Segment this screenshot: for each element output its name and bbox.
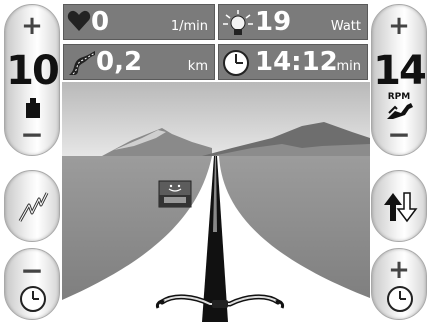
- resistance-control: + 10 −: [4, 4, 60, 156]
- power-stat: 19 Watt: [218, 4, 368, 40]
- handlebar-icon: [156, 294, 284, 309]
- distance-unit: km: [187, 59, 208, 74]
- heart-rate-unit: 1/min: [170, 19, 208, 34]
- time-value: 14:12: [255, 47, 338, 77]
- distance-value: 0,2: [96, 47, 143, 77]
- time-minus-button[interactable]: −: [4, 248, 60, 320]
- clock-icon: [387, 286, 413, 312]
- up-down-arrows-icon: [384, 192, 418, 223]
- time-stat: 14:12 min: [218, 44, 368, 80]
- heart-rate-stat: 0 1/min: [63, 4, 215, 40]
- heart-icon: [67, 10, 91, 31]
- resistance-plus-button[interactable]: +: [5, 13, 59, 39]
- lightning-icon: [18, 192, 49, 222]
- power-value: 19: [255, 7, 292, 37]
- landscape: [62, 82, 370, 322]
- time-plus-label: +: [388, 255, 410, 285]
- cadence-minus-button[interactable]: −: [372, 121, 426, 149]
- distance-stat: 0,2 km: [63, 44, 215, 80]
- weight-icon: [26, 98, 40, 118]
- resistance-value: 10: [6, 48, 60, 94]
- power-unit: Watt: [330, 19, 361, 34]
- cadence-plus-button[interactable]: +: [372, 13, 426, 39]
- clock-icon: [20, 286, 46, 312]
- direction-button[interactable]: [371, 170, 427, 242]
- cadence-control: + 14 RPM −: [371, 4, 427, 156]
- heart-rate-value: 0: [91, 7, 110, 37]
- route-view: [62, 82, 370, 322]
- time-unit: min: [336, 59, 361, 74]
- time-plus-button[interactable]: +: [371, 248, 427, 320]
- cadence-value: 14: [373, 48, 427, 94]
- mode-button[interactable]: [4, 170, 60, 242]
- resistance-minus-button[interactable]: −: [5, 121, 59, 149]
- lightbulb-icon: [223, 10, 253, 35]
- time-minus-label: −: [20, 254, 44, 287]
- road-icon: [69, 51, 96, 75]
- smiley-icon: [158, 180, 192, 208]
- clock-icon: [223, 50, 249, 76]
